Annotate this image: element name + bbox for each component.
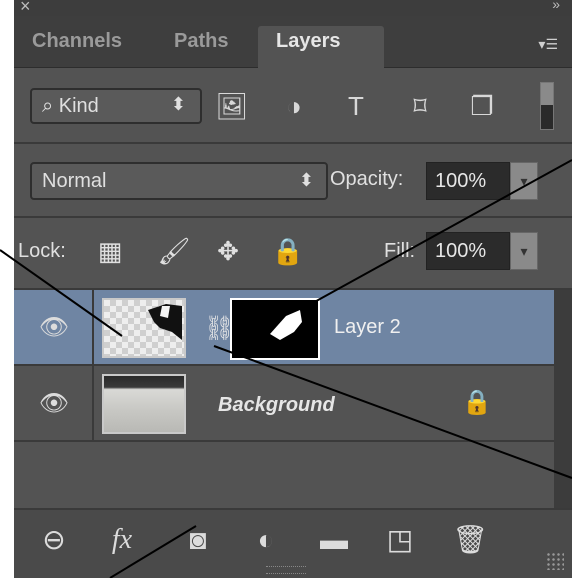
visibility-cell: 👁 (14, 366, 94, 442)
layer-thumbnail-image (148, 304, 182, 340)
panel-title-bar: × » (14, 0, 572, 16)
smart-object-filter-icon[interactable]: ❐ (464, 88, 500, 124)
lock-all-icon[interactable]: 🔒 (270, 232, 306, 270)
opacity-slider-button[interactable]: ▾ (510, 162, 538, 200)
adjustment-layer-icon[interactable]: ◐ (246, 518, 286, 562)
layer-mask-thumbnail[interactable] (230, 298, 320, 360)
layers-scrollbar[interactable] (554, 290, 572, 508)
new-group-icon[interactable]: ▬ (314, 518, 354, 562)
kind-label: ⌕ Kind (42, 95, 99, 118)
panel-menu-icon[interactable]: ▾☰ (538, 36, 558, 53)
fill-slider-button[interactable]: ▾ (510, 232, 538, 270)
layer-thumbnail[interactable] (102, 298, 186, 358)
mask-shape (270, 310, 302, 340)
opacity-label: Opacity: (330, 168, 404, 190)
visibility-cell: 👁 (14, 290, 94, 366)
eye-icon[interactable]: 👁 (38, 388, 70, 420)
lock-label: Lock: (18, 240, 66, 262)
blend-mode-select[interactable]: Normal ⬍ (30, 162, 328, 200)
fill-label: Fill: (384, 240, 416, 262)
divider (14, 216, 572, 218)
layer-name[interactable]: Background (218, 394, 335, 417)
fx-label: fx (111, 524, 133, 555)
panel-resize-grip[interactable] (266, 566, 306, 574)
lock-position-icon[interactable]: ✥ (210, 232, 246, 270)
fill-value: 100% (435, 240, 487, 262)
layer-name[interactable]: Layer 2 (334, 316, 401, 339)
fill-field[interactable]: 100% (426, 232, 510, 270)
lock-transparent-icon[interactable]: ▦ (92, 232, 128, 270)
type-filter-icon[interactable]: T (338, 88, 374, 124)
collapse-icon[interactable]: » (552, 0, 560, 12)
new-layer-icon[interactable]: ◳ (380, 518, 420, 562)
add-mask-icon[interactable]: ◙ (178, 518, 218, 562)
tab-layers-label: Layers (276, 30, 341, 52)
select-arrows-icon: ⬍ (170, 94, 186, 114)
corner-resize-grip[interactable] (546, 552, 564, 570)
layer-row-background[interactable]: 👁 Background 🔒 (14, 366, 554, 442)
image-filter-icon[interactable]: 🖼 (214, 88, 250, 124)
lock-icon: 🔒 (462, 389, 492, 416)
tab-layers[interactable]: Layers (258, 26, 384, 68)
background-thumbnail[interactable] (102, 374, 186, 434)
kind-text: Kind (58, 95, 99, 117)
link-layers-icon[interactable]: ⊖ (34, 518, 74, 562)
close-icon[interactable]: × (20, 0, 31, 17)
lock-image-pixels-icon[interactable]: 🖌 (156, 232, 192, 270)
divider (14, 142, 572, 144)
filter-toggle[interactable] (540, 82, 554, 130)
select-arrows-icon: ⬍ (298, 170, 314, 190)
tab-paths[interactable]: Paths (174, 30, 228, 53)
layer-row-layer-2[interactable]: 👁 ⛓ Layer 2 (14, 290, 554, 366)
blend-mode-label: Normal (42, 170, 107, 192)
opacity-field[interactable]: 100% (426, 162, 510, 200)
panel-tabs: Channels Paths Layers ▾☰ (14, 16, 572, 68)
tab-channels[interactable]: Channels (32, 30, 122, 53)
search-icon: ⌕ (42, 95, 54, 117)
eye-icon[interactable]: 👁 (38, 312, 70, 344)
layers-list: 👁 ⛓ Layer 2 👁 Background 🔒 (14, 290, 554, 508)
shape-filter-icon[interactable]: ⌑ (402, 88, 438, 124)
filter-kind-select[interactable]: ⌕ Kind ⬍ (30, 88, 202, 124)
delete-layer-icon[interactable]: 🗑 (450, 518, 490, 562)
layers-panel: × » Channels Paths Layers ▾☰ ⌕ Kind ⬍ 🖼 … (14, 0, 572, 578)
fx-icon[interactable]: fx (102, 518, 142, 562)
adjustment-filter-icon[interactable]: ◑ (276, 88, 312, 124)
opacity-value: 100% (435, 170, 487, 192)
